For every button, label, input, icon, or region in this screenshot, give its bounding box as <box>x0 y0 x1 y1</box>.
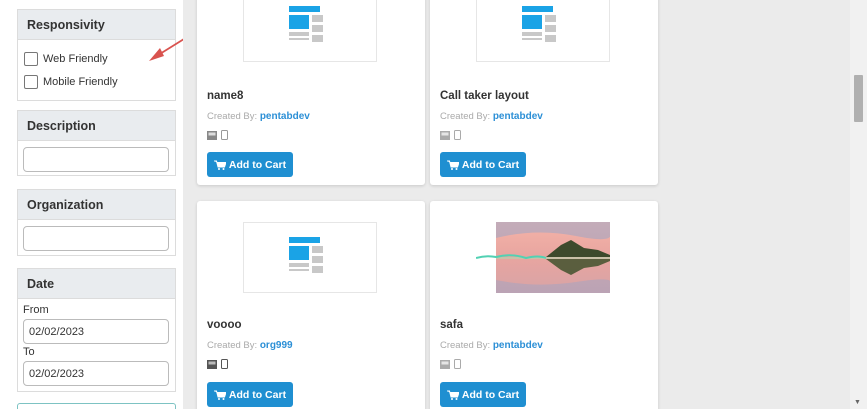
desktop-icon <box>440 130 450 140</box>
add-to-cart-button[interactable]: Add to Cart <box>440 382 526 407</box>
to-label: To <box>23 346 35 358</box>
card-created-by: Created By: pentabdev <box>207 111 310 122</box>
add-to-cart-button[interactable]: Add to Cart <box>207 152 293 177</box>
add-to-cart-label: Add to Cart <box>228 158 287 171</box>
add-to-cart-button[interactable]: Add to Cart <box>440 152 526 177</box>
date-panel: Date From 02/02/2023 To 02/02/2023 <box>17 268 176 392</box>
scroll-down-arrow-icon[interactable]: ▼ <box>854 399 861 406</box>
add-to-cart-label: Add to Cart <box>461 158 520 171</box>
landscape-photo-thumbnail <box>475 222 611 293</box>
add-to-cart-label: Add to Cart <box>228 388 287 401</box>
device-icons <box>440 359 461 369</box>
created-by-label: Created By: <box>440 340 491 351</box>
desktop-icon <box>440 359 450 369</box>
device-icons <box>440 130 461 140</box>
add-to-cart-button[interactable]: Add to Cart <box>207 382 293 407</box>
desktop-icon <box>207 359 217 369</box>
card-created-by: Created By: pentabdev <box>440 340 543 351</box>
mobile-friendly-option[interactable]: Mobile Friendly <box>23 70 170 93</box>
description-input[interactable] <box>23 147 169 172</box>
scrollbar-thumb[interactable] <box>854 75 863 122</box>
date-title: Date <box>17 268 176 298</box>
card-created-by: Created By: org999 <box>207 340 293 351</box>
mobile-icon <box>221 130 228 140</box>
description-panel: Description <box>17 110 176 176</box>
layout-thumbnail-icon <box>476 0 610 62</box>
author-link[interactable]: pentabdev <box>493 111 543 122</box>
mobile-friendly-checkbox[interactable] <box>24 74 38 89</box>
author-link[interactable]: org999 <box>260 340 293 351</box>
organization-input[interactable] <box>23 226 169 251</box>
template-grid: name8 Created By: pentabdev Add to Cart <box>183 0 850 409</box>
organization-title: Organization <box>17 189 176 219</box>
card-title[interactable]: Call taker layout <box>440 90 529 102</box>
to-date-input[interactable]: 02/02/2023 <box>23 361 169 386</box>
template-card[interactable]: name8 Created By: pentabdev Add to Cart <box>197 0 425 185</box>
description-title: Description <box>17 110 176 140</box>
device-icons <box>207 359 228 369</box>
from-label: From <box>23 304 49 316</box>
add-to-cart-label: Add to Cart <box>461 388 520 401</box>
cart-icon <box>213 390 226 400</box>
cart-icon <box>446 160 459 170</box>
mobile-icon <box>221 359 228 369</box>
layout-thumbnail-icon <box>243 222 377 293</box>
web-friendly-checkbox[interactable] <box>24 51 38 66</box>
page-scrollbar[interactable]: ▼ <box>850 0 867 409</box>
mobile-friendly-label: Mobile Friendly <box>43 75 118 88</box>
from-date-input[interactable]: 02/02/2023 <box>23 319 169 344</box>
card-created-by: Created By: pentabdev <box>440 111 543 122</box>
mobile-icon <box>454 130 461 140</box>
created-by-label: Created By: <box>207 340 258 351</box>
layout-thumbnail-icon <box>243 0 377 62</box>
mobile-icon <box>454 359 461 369</box>
cart-icon <box>213 160 226 170</box>
filter-sidebar: Responsivity Web Friendly Mobile Friendl… <box>0 0 222 409</box>
template-card[interactable]: safa Created By: pentabdev Add to Cart <box>430 201 658 409</box>
cart-icon <box>446 390 459 400</box>
created-by-label: Created By: <box>440 111 491 122</box>
author-link[interactable]: pentabdev <box>260 111 310 122</box>
created-by-label: Created By: <box>207 111 258 122</box>
card-title[interactable]: safa <box>440 319 463 331</box>
author-link[interactable]: pentabdev <box>493 340 543 351</box>
desktop-icon <box>207 130 217 140</box>
card-title[interactable]: voooo <box>207 319 242 331</box>
template-card[interactable]: Call taker layout Created By: pentabdev … <box>430 0 658 185</box>
next-filter-panel <box>17 403 176 409</box>
card-title[interactable]: name8 <box>207 90 243 102</box>
web-friendly-label: Web Friendly <box>43 52 108 65</box>
organization-panel: Organization <box>17 189 176 256</box>
device-icons <box>207 130 228 140</box>
template-card[interactable]: voooo Created By: org999 Add to Cart <box>197 201 425 409</box>
